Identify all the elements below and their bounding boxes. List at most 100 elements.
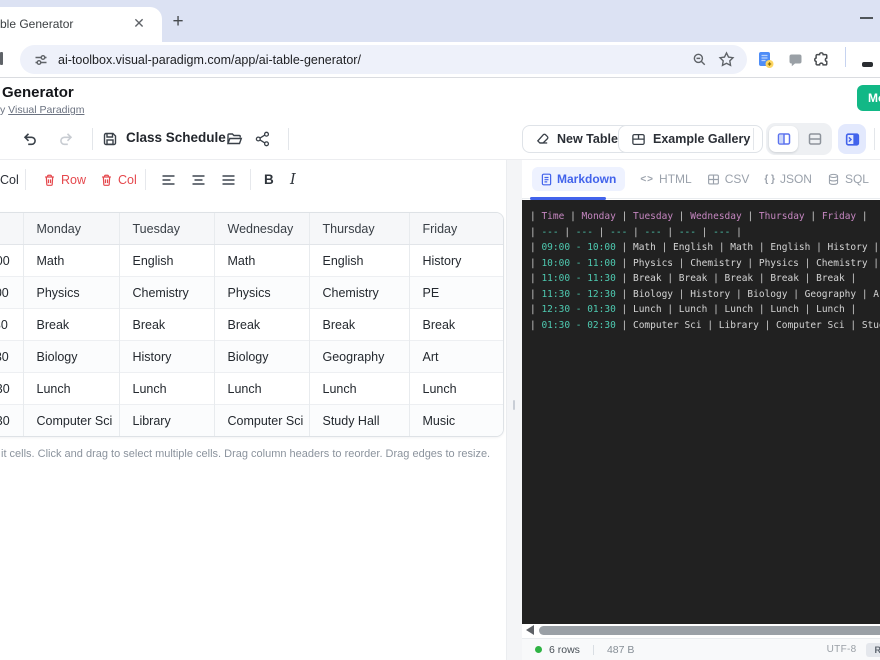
table-cell[interactable]: Computer Sci [23, 405, 119, 437]
tab-sql[interactable]: SQL [827, 172, 869, 186]
code-line: | 01:30 - 02:30 | Computer Sci | Library… [530, 318, 880, 334]
scrollbar-thumb[interactable] [539, 626, 880, 635]
tab-csv[interactable]: CSV [707, 172, 750, 186]
table-cell[interactable]: Math [214, 245, 309, 277]
table-cell[interactable]: Art [409, 341, 503, 373]
table-cell[interactable]: Lunch [119, 373, 214, 405]
table-cell[interactable]: Library [119, 405, 214, 437]
table-cell[interactable]: Break [309, 309, 409, 341]
scroll-left-arrow-icon[interactable] [526, 625, 534, 635]
table-cell[interactable]: English [309, 245, 409, 277]
table-cell[interactable]: Chemistry [119, 277, 214, 309]
html-icon: <> [640, 174, 654, 185]
toggle-right-panel-button[interactable] [838, 124, 866, 154]
column-header[interactable]: Wednesday [214, 213, 309, 245]
new-tab-button[interactable]: + [166, 10, 190, 34]
table-cell[interactable]: Physics [214, 277, 309, 309]
schedule-table[interactable]: TimeMondayTuesdayWednesdayThursdayFriday… [0, 213, 503, 436]
browser-addressbar-row: ai-toolbox.visual-paradigm.com/app/ai-ta… [0, 42, 880, 78]
tab-markdown[interactable]: Markdown [532, 167, 625, 191]
column-header[interactable]: Friday [409, 213, 503, 245]
window-minimize-button[interactable] [860, 17, 873, 19]
zoom-out-icon[interactable] [692, 52, 707, 67]
table-cell[interactable]: Break [214, 309, 309, 341]
extension-chat-icon[interactable] [788, 53, 803, 68]
table-cell[interactable]: Break [119, 309, 214, 341]
table-cell[interactable]: PE [409, 277, 503, 309]
bold-button[interactable]: B [264, 160, 274, 199]
table-cell[interactable]: Break [409, 309, 503, 341]
panel-resize-handle[interactable] [513, 400, 515, 410]
tab-csv-label: CSV [725, 172, 750, 186]
italic-button[interactable]: I [290, 160, 296, 199]
address-bar[interactable]: ai-toolbox.visual-paradigm.com/app/ai-ta… [20, 45, 747, 74]
table-cell[interactable]: 09:00 - 10:00 [0, 245, 23, 277]
column-header[interactable]: Tuesday [119, 213, 214, 245]
extension-docs-icon[interactable] [757, 51, 775, 69]
tab-html[interactable]: <> HTML [640, 172, 691, 186]
align-left-button[interactable] [160, 160, 177, 199]
column-header[interactable]: Time [0, 213, 23, 245]
example-gallery-button[interactable]: Example Gallery [618, 125, 763, 153]
url-text: ai-toolbox.visual-paradigm.com/app/ai-ta… [58, 53, 361, 67]
table-cell[interactable]: Math [23, 245, 119, 277]
table-cell[interactable]: History [119, 341, 214, 373]
table-cell[interactable]: Lunch [23, 373, 119, 405]
table-row: 09:00 - 10:00MathEnglishMathEnglishHisto… [0, 245, 503, 277]
table-cell[interactable]: Break [23, 309, 119, 341]
table-cell[interactable]: Computer Sci [214, 405, 309, 437]
column-header[interactable]: Monday [23, 213, 119, 245]
table-cell[interactable]: History [409, 245, 503, 277]
extensions-puzzle-icon[interactable] [814, 51, 831, 68]
profile-avatar-icon[interactable] [862, 62, 873, 67]
status-separator [593, 645, 594, 655]
table-cell[interactable]: English [119, 245, 214, 277]
table-cell[interactable]: Lunch [409, 373, 503, 405]
new-table-label: New Table [557, 132, 618, 146]
redo-icon[interactable] [58, 131, 74, 147]
site-settings-icon[interactable] [34, 53, 48, 67]
save-icon[interactable] [102, 131, 118, 147]
reload-icon[interactable] [0, 52, 3, 65]
delete-row-button[interactable]: Row [43, 160, 86, 199]
table-cell[interactable]: 11:30 - 12:30 [0, 341, 23, 373]
tab-json[interactable]: { } JSON [764, 172, 812, 186]
table-cell[interactable]: Biology [23, 341, 119, 373]
undo-icon[interactable] [22, 131, 38, 147]
add-col-label: Col [0, 173, 19, 187]
new-table-button[interactable]: New Table [522, 125, 631, 153]
panel-divider[interactable] [506, 160, 523, 660]
browser-tabstrip: ble Generator ✕ + [0, 0, 880, 42]
table-cell[interactable]: Chemistry [309, 277, 409, 309]
table-cell[interactable]: Biology [214, 341, 309, 373]
column-header[interactable]: Thursday [309, 213, 409, 245]
table-cell[interactable]: 11:00 - 11:30 [0, 309, 23, 341]
code-status-bar: 6 rows 487 B UTF-8 R [522, 638, 880, 660]
document-name[interactable]: Class Schedule [126, 130, 226, 145]
browser-tab[interactable]: ble Generator ✕ [0, 7, 162, 42]
table-cell[interactable]: Music [409, 405, 503, 437]
more-button[interactable]: Mo [857, 85, 880, 111]
add-col-button[interactable]: Col [0, 160, 19, 199]
table-row: 12:30 - 01:30LunchLunchLunchLunchLunch [0, 373, 503, 405]
delete-col-button[interactable]: Col [100, 160, 137, 199]
align-right-button[interactable] [220, 160, 237, 199]
table-cell[interactable]: Study Hall [309, 405, 409, 437]
table-cell[interactable]: Lunch [214, 373, 309, 405]
table-cell[interactable]: 10:00 - 11:00 [0, 277, 23, 309]
bookmark-star-icon[interactable] [718, 51, 735, 68]
share-icon[interactable] [255, 131, 270, 147]
split-vertical-button[interactable] [769, 126, 798, 152]
open-folder-icon[interactable] [226, 131, 243, 147]
split-horizontal-button[interactable] [800, 126, 829, 152]
code-editor[interactable]: | Time | Monday | Tuesday | Wednesday | … [522, 200, 880, 624]
table-cell[interactable]: 01:30 - 02:30 [0, 405, 23, 437]
align-center-button[interactable] [190, 160, 207, 199]
table-cell[interactable]: 12:30 - 01:30 [0, 373, 23, 405]
table-cell[interactable]: Geography [309, 341, 409, 373]
byline-link[interactable]: Visual Paradigm [8, 104, 84, 116]
tab-json-label: JSON [780, 172, 812, 186]
tab-close-icon[interactable]: ✕ [130, 15, 148, 33]
table-cell[interactable]: Physics [23, 277, 119, 309]
table-cell[interactable]: Lunch [309, 373, 409, 405]
